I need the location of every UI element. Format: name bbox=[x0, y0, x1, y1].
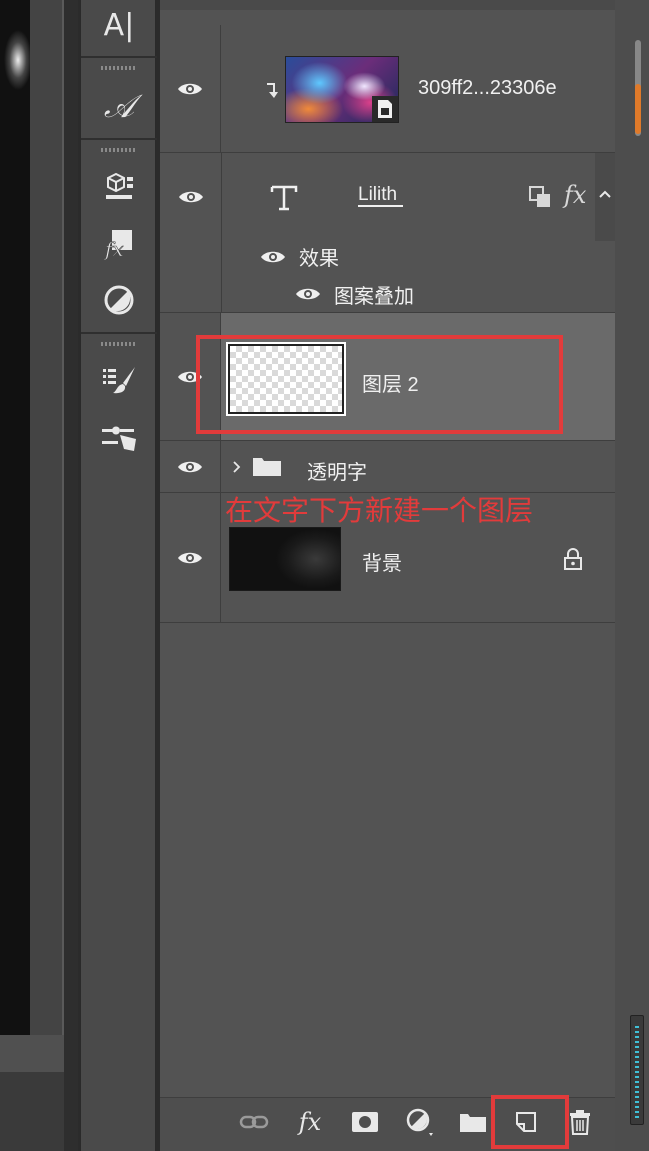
layer-name: 309ff2...23306e bbox=[418, 77, 557, 99]
effects-label: 效果 bbox=[299, 248, 339, 270]
layer-thumbnail bbox=[229, 527, 341, 591]
chevron-up-icon bbox=[599, 190, 611, 198]
layer-row-smart-object[interactable]: 309ff2...23306e bbox=[160, 25, 615, 153]
layer-name: 背景 bbox=[362, 553, 402, 575]
character-panel-button[interactable]: A| bbox=[81, 0, 157, 50]
collapse-effects-button[interactable] bbox=[595, 153, 615, 241]
cube-icon bbox=[106, 172, 133, 199]
panel-icon-column: A| 𝒜 fx bbox=[80, 0, 157, 1151]
stamp-icon bbox=[102, 426, 136, 451]
grip-handle[interactable] bbox=[101, 342, 137, 346]
visibility-toggle[interactable] bbox=[160, 25, 221, 152]
layers-scrollbar[interactable] bbox=[615, 0, 649, 1151]
visibility-toggle[interactable] bbox=[160, 441, 221, 492]
layer-name: Lilith bbox=[358, 185, 404, 207]
mask-icon bbox=[352, 1112, 378, 1132]
column-divider bbox=[221, 153, 222, 313]
clipping-arrow-icon bbox=[267, 83, 278, 98]
panel-top-strip bbox=[160, 0, 615, 10]
adjustments-button[interactable] bbox=[81, 276, 157, 324]
canvas-scrollbar[interactable] bbox=[0, 1035, 64, 1072]
trash-icon bbox=[570, 1110, 590, 1135]
3d-panel-button[interactable] bbox=[81, 162, 157, 210]
highlight-new-layer-button bbox=[491, 1095, 569, 1149]
new-adjustment-layer-button[interactable] bbox=[400, 1100, 440, 1144]
add-layer-style-button[interactable]: fx bbox=[290, 1100, 330, 1144]
effect-item-pattern-overlay[interactable]: 图案叠加 bbox=[334, 280, 414, 309]
scroll-accent bbox=[635, 84, 641, 134]
type-icon: A| bbox=[103, 7, 135, 43]
type-style-icon: 𝒜 bbox=[103, 86, 135, 125]
divider bbox=[81, 138, 157, 140]
annotation-text: 在文字下方新建一个图层 bbox=[225, 494, 534, 527]
chevron-right-icon[interactable] bbox=[232, 460, 242, 474]
divider bbox=[81, 332, 157, 334]
highlight-selected-layer bbox=[196, 335, 563, 434]
adjustment-circle-icon bbox=[104, 285, 134, 315]
eye-icon bbox=[178, 461, 202, 472]
smart-object-badge-icon bbox=[372, 96, 398, 122]
svg-text:fx: fx bbox=[103, 237, 124, 260]
grip-handle[interactable] bbox=[101, 66, 137, 70]
layer-effects-badge-icon bbox=[529, 186, 550, 207]
grip-handle[interactable] bbox=[101, 148, 137, 152]
link-icon bbox=[239, 1115, 269, 1129]
brush-settings-button[interactable] bbox=[81, 356, 157, 404]
eye-icon[interactable] bbox=[260, 249, 286, 265]
paragraph-style-button[interactable]: 𝒜 bbox=[81, 78, 157, 134]
eye-icon bbox=[178, 191, 203, 203]
layer-thumbnail bbox=[285, 56, 399, 123]
fx-icon: fx bbox=[298, 1108, 322, 1136]
divider bbox=[81, 56, 157, 58]
layer-row-group[interactable]: 透明字 bbox=[160, 441, 615, 493]
adjustment-circle-icon bbox=[406, 1108, 433, 1136]
styles-button[interactable]: fx bbox=[81, 218, 157, 268]
text-layer-icon bbox=[270, 185, 298, 211]
folder-icon bbox=[460, 1114, 486, 1132]
eye-icon bbox=[178, 83, 202, 94]
eye-icon[interactable] bbox=[295, 286, 321, 302]
layer-name: 透明字 bbox=[307, 462, 367, 484]
add-mask-button[interactable] bbox=[345, 1100, 385, 1144]
canvas-edge bbox=[30, 0, 64, 1072]
fx-indicator[interactable]: fx bbox=[564, 181, 586, 209]
lock-icon bbox=[564, 548, 582, 570]
visibility-toggle[interactable] bbox=[160, 493, 221, 622]
fx-icon: fx bbox=[103, 230, 132, 260]
panel-divider[interactable] bbox=[64, 0, 78, 1151]
level-meter bbox=[630, 1015, 644, 1125]
link-layers-button[interactable] bbox=[234, 1100, 274, 1144]
eye-icon bbox=[178, 552, 202, 563]
new-group-button[interactable] bbox=[453, 1100, 493, 1144]
folder-icon bbox=[253, 458, 281, 476]
brush-icon bbox=[103, 367, 135, 394]
clone-source-button[interactable] bbox=[81, 414, 157, 462]
layers-panel: 309ff2...23306e Lilith fx 效果 图案叠加 图层 2 透… bbox=[160, 0, 649, 1151]
level-meter-bar bbox=[635, 1026, 639, 1118]
layer-row-text[interactable]: Lilith fx 效果 图案叠加 bbox=[160, 153, 615, 313]
canvas-image bbox=[0, 0, 30, 1035]
visibility-toggle[interactable] bbox=[160, 153, 221, 241]
